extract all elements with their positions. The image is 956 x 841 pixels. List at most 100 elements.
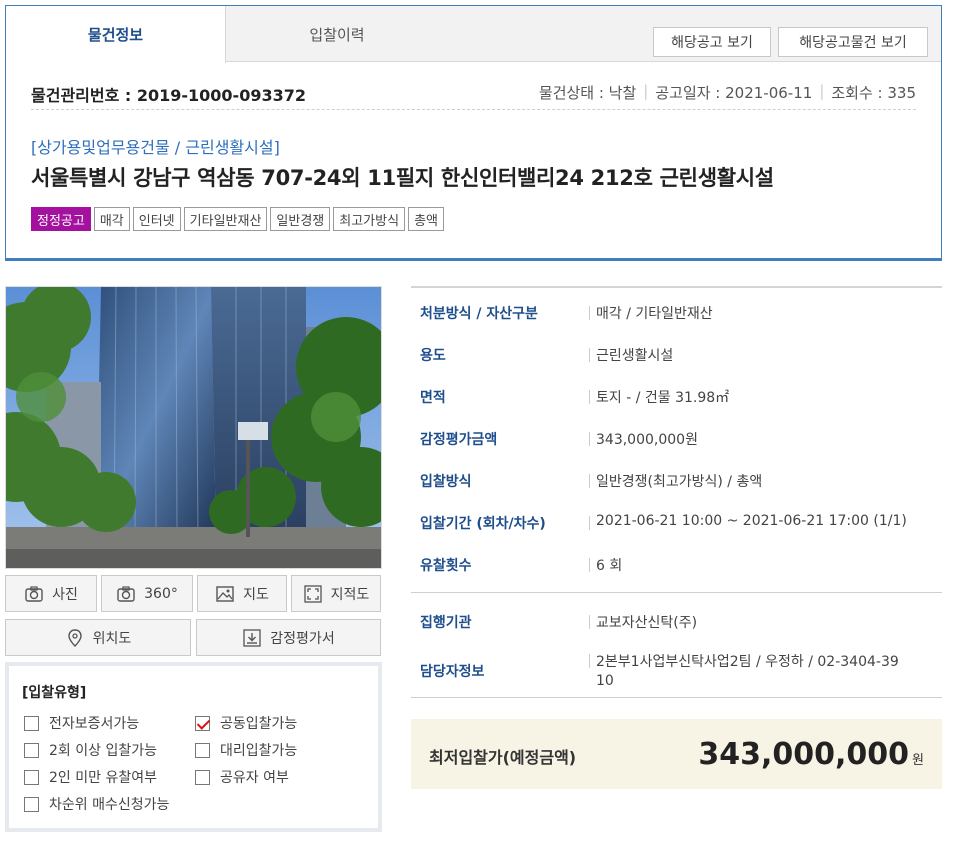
tab-bid-history[interactable]: 입찰이력 bbox=[227, 6, 447, 63]
item-photo[interactable] bbox=[5, 286, 382, 569]
info-label: 유찰횟수 bbox=[420, 558, 472, 574]
info-value: 343,000,000원 bbox=[596, 432, 698, 448]
info-label: 입찰기간 (회차/차수) bbox=[420, 516, 546, 532]
view-notice-items-button[interactable]: 해당공고물건 보기 bbox=[778, 27, 928, 57]
checkbox bbox=[195, 769, 210, 785]
checkbox bbox=[24, 796, 39, 812]
option-label: 2회 이상 입찰가능 bbox=[49, 743, 157, 759]
cadastral-map-button-label: 지적도 bbox=[330, 586, 370, 603]
notice-date: 공고일자 : 2021-06-11 bbox=[655, 84, 813, 102]
minimum-bid-unit: 원 bbox=[912, 753, 924, 768]
building-photo-illustration bbox=[6, 287, 381, 568]
info-separator bbox=[589, 558, 590, 572]
photo-button[interactable]: 사진 bbox=[5, 575, 97, 612]
info-separator bbox=[589, 390, 590, 404]
item-header-panel: 물건정보 입찰이력 해당공고 보기 해당공고물건 보기 물건관리번호 : 201… bbox=[5, 5, 942, 260]
tab-item-info[interactable]: 물건정보 bbox=[6, 6, 226, 63]
bid-type-panel: [입찰유형] 전자보증서가능 공동입찰가능 2회 이상 입찰가능 대리입찰가능 … bbox=[5, 662, 382, 832]
bid-type-title: [입찰유형] bbox=[22, 685, 87, 701]
item-address: 서울특별시 강남구 역삼동 707-24외 11필지 한신인터밸리24 212호… bbox=[31, 166, 774, 190]
info-value: 6 회 bbox=[596, 558, 623, 574]
info-table-top-border bbox=[411, 286, 942, 288]
appraisal-report-button-label: 감정평가서 bbox=[270, 630, 335, 647]
minimum-bid-amount: 343,000,000 bbox=[698, 737, 910, 772]
info-separator bbox=[589, 432, 590, 446]
item-tags: 정정공고 매각 인터넷 기타일반재산 일반경쟁 최고가방식 총액 bbox=[31, 207, 444, 231]
view-notice-button[interactable]: 해당공고 보기 bbox=[653, 27, 771, 57]
view-count: 조회수 : 335 bbox=[831, 84, 916, 102]
map-button[interactable]: 지도 bbox=[197, 575, 287, 612]
option-multiple-bids: 2회 이상 입찰가능 bbox=[24, 740, 157, 760]
location-map-button[interactable]: 위치도 bbox=[5, 619, 191, 656]
info-separator bbox=[589, 306, 590, 320]
info-label: 면적 bbox=[420, 390, 446, 406]
location-pin-icon bbox=[67, 628, 82, 647]
tag-total-amount: 총액 bbox=[408, 207, 444, 231]
download-icon bbox=[243, 628, 261, 647]
checkbox bbox=[24, 742, 39, 758]
appraisal-report-button[interactable]: 감정평가서 bbox=[196, 619, 381, 656]
info-value-line2: 10 bbox=[596, 673, 614, 689]
camera-icon bbox=[25, 585, 43, 602]
info-value: 토지 - / 건물 31.98㎡ bbox=[596, 390, 730, 406]
info-value: 교보자산신탁(주) bbox=[596, 615, 698, 631]
option-joint-bidding: 공동입찰가능 bbox=[195, 713, 297, 733]
meta-separator: | bbox=[819, 82, 825, 100]
item-meta-row: 물건관리번호 : 2019-1000-093372 물건상태 : 낙찰 | 공고… bbox=[31, 82, 916, 110]
section-divider bbox=[5, 258, 942, 261]
location-map-button-label: 위치도 bbox=[92, 630, 132, 647]
tag-asset-type: 기타일반재산 bbox=[183, 207, 268, 231]
info-value: 매각 / 기타일반재산 bbox=[596, 306, 713, 322]
option-proxy-bidding: 대리입찰가능 bbox=[195, 740, 297, 760]
cadastral-map-button[interactable]: 지적도 bbox=[291, 575, 381, 612]
info-label: 처분방식 / 자산구분 bbox=[420, 306, 538, 322]
info-label: 감정평가금액 bbox=[420, 432, 498, 448]
option-label: 차순위 매수신청가능 bbox=[49, 797, 170, 813]
map-button-label: 지도 bbox=[243, 586, 269, 603]
info-value: 2021-06-21 10:00 ~ 2021-06-21 17:00 (1/1… bbox=[596, 513, 907, 529]
checkbox bbox=[24, 769, 39, 785]
tag-highest-price: 최고가방식 bbox=[333, 207, 406, 231]
option-label: 대리입찰가능 bbox=[220, 743, 298, 759]
item-management-number: 물건관리번호 : 2019-1000-093372 bbox=[31, 86, 306, 105]
tag-general-competition: 일반경쟁 bbox=[270, 207, 331, 231]
tag-sale: 매각 bbox=[93, 207, 130, 231]
info-separator bbox=[589, 615, 590, 629]
info-label: 집행기관 bbox=[420, 615, 472, 631]
item-meta: 물건상태 : 낙찰 | 공고일자 : 2021-06-11 | 조회수 : 33… bbox=[539, 82, 916, 103]
photo-button-label: 사진 bbox=[52, 586, 78, 603]
tag-correction-notice: 정정공고 bbox=[31, 207, 91, 231]
item-category: [상가용및업무용건물 / 근린생활시설] bbox=[31, 138, 280, 157]
info-separator bbox=[589, 474, 590, 488]
checkbox bbox=[24, 715, 39, 731]
checkbox bbox=[195, 742, 210, 758]
option-co-owner: 공유자 여부 bbox=[195, 767, 289, 787]
option-electronic-guarantee: 전자보증서가능 bbox=[24, 713, 139, 733]
info-value: 근린생활시설 bbox=[596, 348, 674, 364]
option-label: 2인 미만 유찰여부 bbox=[49, 770, 157, 786]
info-label: 용도 bbox=[420, 348, 446, 364]
info-table-bottom-border bbox=[411, 697, 942, 698]
item-status: 물건상태 : 낙찰 bbox=[538, 84, 637, 102]
info-separator bbox=[589, 348, 590, 362]
meta-separator: | bbox=[643, 82, 649, 100]
camera-360-icon bbox=[117, 585, 135, 602]
minimum-bid-value: 343,000,000 원 bbox=[698, 737, 924, 772]
tag-internet: 인터넷 bbox=[132, 207, 181, 231]
tab-bar: 물건정보 입찰이력 해당공고 보기 해당공고물건 보기 bbox=[6, 6, 941, 63]
info-value: 일반경쟁(최고가방식) / 총액 bbox=[596, 474, 763, 490]
minimum-bid-label: 최저입찰가(예정금액) bbox=[429, 748, 577, 767]
view360-button[interactable]: 360° bbox=[101, 575, 193, 612]
option-fail-under-two: 2인 미만 유찰여부 bbox=[24, 767, 157, 787]
option-label: 공동입찰가능 bbox=[220, 716, 298, 732]
info-separator bbox=[589, 516, 590, 530]
option-next-rank-purchase: 차순위 매수신청가능 bbox=[24, 794, 169, 814]
view360-button-label: 360° bbox=[144, 585, 178, 602]
info-label: 담당자정보 bbox=[420, 664, 485, 680]
info-label: 입찰방식 bbox=[420, 474, 472, 490]
info-separator bbox=[589, 654, 590, 668]
info-value-line1: 2본부1사업부신탁사업2팀 / 우정하 / 02-3404-39 bbox=[596, 654, 899, 670]
checkbox-checked bbox=[195, 715, 210, 731]
option-label: 전자보증서가능 bbox=[49, 716, 140, 732]
option-label: 공유자 여부 bbox=[220, 770, 289, 786]
